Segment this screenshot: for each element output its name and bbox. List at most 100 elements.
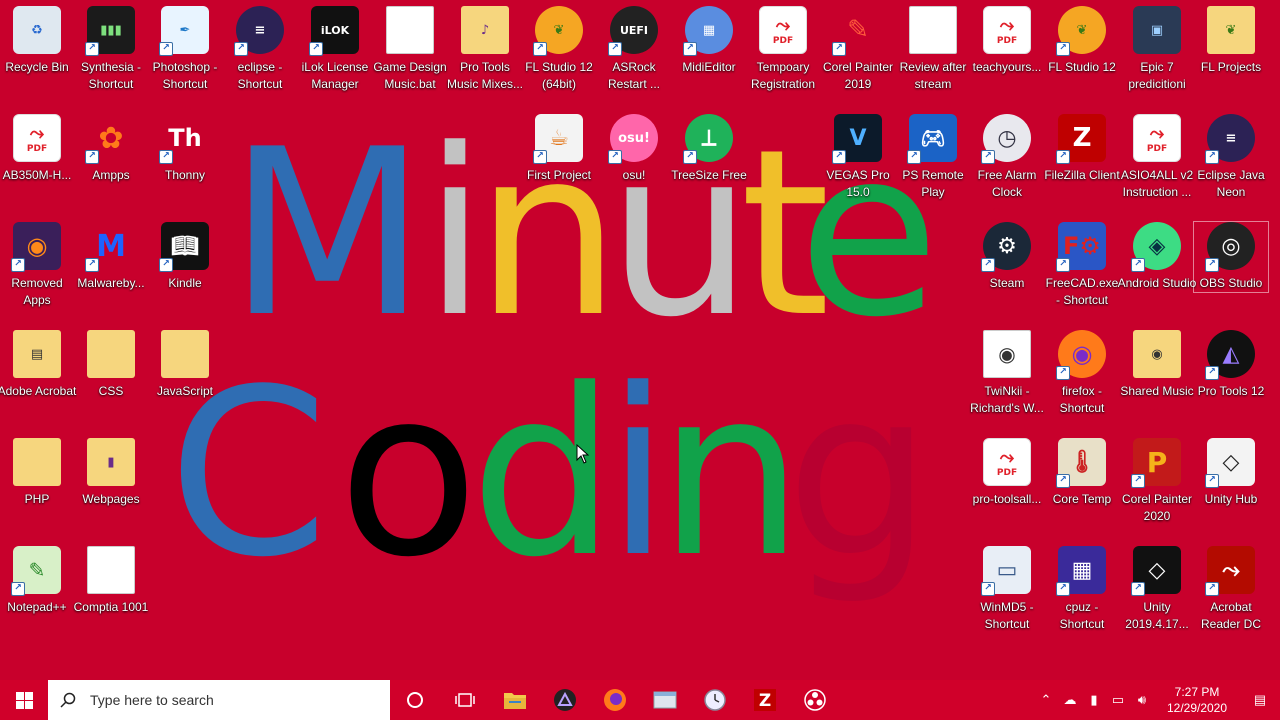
- comptia-1001-file[interactable]: Comptia 1001: [74, 546, 148, 616]
- eclipse-shortcut[interactable]: ≡ ↗ eclipse - Shortcut: [223, 6, 297, 93]
- app-window-icon: [653, 691, 677, 709]
- display-icon[interactable]: ▭: [1106, 680, 1130, 720]
- osu-shortcut[interactable]: osu! ↗ osu!: [597, 114, 671, 184]
- unity-icon: ◇ ↗: [1131, 546, 1181, 596]
- corel-painter-2019-shortcut[interactable]: ✎ ↗ Corel Painter 2019: [821, 6, 895, 93]
- filezilla-shortcut[interactable]: Z ↗ FileZilla Client: [1044, 114, 1120, 184]
- css-folder[interactable]: CSS: [74, 330, 148, 400]
- taskbar-pro-tools[interactable]: [540, 680, 590, 720]
- asrock-restart-shortcut[interactable]: UEFI ↗ ASRock Restart ...: [597, 6, 671, 93]
- icon-label: ASIO4ALL v2 Instruction ...: [1120, 168, 1194, 199]
- free-alarm-clock-shortcut[interactable]: ◷ ↗ Free Alarm Clock: [970, 114, 1044, 201]
- vegas-pro-shortcut[interactable]: V ↗ VEGAS Pro 15.0: [821, 114, 895, 201]
- icon-label: Tempoary Registration: [750, 60, 816, 91]
- taskbar-file-explorer[interactable]: [490, 680, 540, 720]
- fl-studio-12-shortcut[interactable]: ❦ ↗ FL Studio 12: [1045, 6, 1119, 76]
- icon-label: Game Design Music.bat: [373, 60, 447, 91]
- pdf-icon: ⤳ PDF: [1133, 114, 1181, 162]
- icon-label: VEGAS Pro 15.0: [826, 168, 890, 199]
- notifications-icon[interactable]: ▤: [1240, 680, 1280, 720]
- uefi-icon: UEFI ↗: [608, 6, 658, 56]
- firefox-shortcut[interactable]: ◉ ↗ firefox - Shortcut: [1045, 330, 1119, 417]
- network-status-icon[interactable]: ☁: [1058, 680, 1082, 720]
- obs-studio-shortcut[interactable]: ◎ ↗ OBS Studio: [1193, 221, 1269, 293]
- unity-hub-shortcut[interactable]: ◇ ↗ Unity Hub: [1194, 438, 1268, 508]
- unity-2019-shortcut[interactable]: ◇ ↗ Unity 2019.4.17...: [1120, 546, 1194, 633]
- pdf-icon: ⤳ PDF: [759, 6, 807, 54]
- pro-tools-music-mixes-folder[interactable]: ♪ Pro Tools Music Mixes...: [447, 6, 523, 93]
- icon-label: OBS Studio: [1199, 276, 1263, 290]
- php-folder[interactable]: PHP: [0, 438, 74, 508]
- treesize-icon: ⟂ ↗: [683, 114, 733, 164]
- taskbar-obs[interactable]: [790, 680, 840, 720]
- winmd5-shortcut[interactable]: ▭ ↗ WinMD5 - Shortcut: [970, 546, 1044, 633]
- kindle-shortcut[interactable]: 📖︎ ↗ Kindle: [148, 222, 222, 292]
- synthesia-shortcut[interactable]: ▮▮▮ ↗ Synthesia - Shortcut: [74, 6, 148, 93]
- treesize-shortcut[interactable]: ⟂ ↗ TreeSize Free: [671, 114, 747, 184]
- fl-projects-folder[interactable]: ❦ FL Projects: [1194, 6, 1268, 76]
- adobe-acrobat-folder[interactable]: ▤ Adobe Acrobat: [0, 330, 77, 400]
- osu-icon: osu! ↗: [608, 114, 658, 164]
- chevron-up-icon[interactable]: ⌃: [1034, 680, 1058, 720]
- ampps-shortcut[interactable]: ✿ ↗ Ampps: [74, 114, 148, 184]
- folder-icon: ▤: [13, 330, 61, 378]
- midieditor-shortcut[interactable]: ▦ ↗ MidiEditor: [672, 6, 746, 76]
- recycle-bin-icon: ♻: [13, 6, 61, 54]
- malwarebytes-icon: M ↗: [85, 222, 135, 272]
- icon-label: Adobe Acrobat: [0, 384, 77, 398]
- icon-label: Photoshop - Shortcut: [152, 60, 218, 91]
- freecad-shortcut[interactable]: F⚙ ↗ FreeCAD.exe - Shortcut: [1045, 222, 1119, 309]
- ilok-shortcut[interactable]: iLOK ↗ iLok License Manager: [298, 6, 372, 93]
- taskbar-filezilla[interactable]: Z: [740, 680, 790, 720]
- acrobat-reader-shortcut[interactable]: ⤳ ↗ Acrobat Reader DC: [1194, 546, 1268, 633]
- steam-shortcut[interactable]: ⚙ ↗ Steam: [970, 222, 1044, 292]
- webpages-folder[interactable]: ▮ Webpages: [74, 438, 148, 508]
- icon-label: WinMD5 - Shortcut: [980, 600, 1034, 631]
- icon-label: Malwareby...: [77, 276, 145, 290]
- malwarebytes-shortcut[interactable]: M ↗ Malwareby...: [74, 222, 148, 292]
- taskbar-search-box[interactable]: Type here to search: [48, 680, 390, 720]
- android-studio-shortcut[interactable]: ◈ ↗ Android Studio: [1118, 222, 1196, 292]
- core-temp-shortcut[interactable]: 🌡︎ ↗ Core Temp: [1045, 438, 1119, 508]
- pro-tools-12-shortcut[interactable]: ◭ ↗ Pro Tools 12: [1194, 330, 1268, 400]
- icon-label: firefox - Shortcut: [1059, 384, 1105, 415]
- task-view-button[interactable]: [440, 680, 490, 720]
- volume-icon[interactable]: 🔊︎: [1130, 680, 1154, 720]
- ab350m-file[interactable]: ⤳ PDF AB350M-H...: [0, 114, 74, 184]
- corel-painter-2020-shortcut[interactable]: P ↗ Corel Painter 2020: [1120, 438, 1194, 525]
- shared-music-folder[interactable]: ◉ Shared Music: [1120, 330, 1194, 400]
- taskbar-firefox[interactable]: [590, 680, 640, 720]
- epic-7-predicitioni-file[interactable]: ▣ Epic 7 predicitioni: [1120, 6, 1194, 93]
- teachyours-file[interactable]: ⤳ PDF teachyours...: [970, 6, 1044, 76]
- icon-label: eclipse - Shortcut: [237, 60, 283, 91]
- first-project-shortcut[interactable]: ☕ ↗ First Project: [522, 114, 596, 184]
- start-button[interactable]: [0, 680, 48, 720]
- game-design-music-file[interactable]: Game Design Music.bat: [373, 6, 447, 93]
- notepad-plus-shortcut[interactable]: ✎ ↗ Notepad++: [0, 546, 74, 616]
- photoshop-icon: ✒ ↗: [159, 6, 209, 56]
- taskbar-clock[interactable]: 7:27 PM 12/29/2020: [1162, 684, 1232, 716]
- taskbar-app-window[interactable]: [640, 680, 690, 720]
- synthesia-icon: ▮▮▮ ↗: [85, 6, 135, 56]
- asio4all-file[interactable]: ⤳ PDF ASIO4ALL v2 Instruction ...: [1120, 114, 1194, 201]
- tempoary-registration-file[interactable]: ⤳ PDF Tempoary Registration: [746, 6, 820, 93]
- thonny-shortcut[interactable]: Th ↗ Thonny: [148, 114, 222, 184]
- icon-label: FL Projects: [1200, 60, 1262, 74]
- review-after-stream-file[interactable]: Review after stream: [896, 6, 970, 93]
- recycle-bin-shortcut[interactable]: ♻ Recycle Bin: [0, 6, 74, 76]
- icon-label: FileZilla Client: [1044, 168, 1120, 182]
- removed-apps-file[interactable]: ◉ ↗ Removed Apps: [0, 222, 74, 309]
- fl-studio-64-shortcut[interactable]: ❦ ↗ FL Studio 12 (64bit): [522, 6, 596, 93]
- taskbar-clock-app[interactable]: [690, 680, 740, 720]
- cortana-button[interactable]: [390, 680, 440, 720]
- javascript-folder[interactable]: JavaScript: [148, 330, 222, 400]
- kindle-icon: 📖︎ ↗: [159, 222, 209, 272]
- corel-painter-icon: ✎ ↗: [832, 6, 882, 56]
- usb-icon[interactable]: ▮: [1082, 680, 1106, 720]
- twinkii-file[interactable]: ◉ TwiNkii - Richard's W...: [970, 330, 1044, 417]
- photoshop-shortcut[interactable]: ✒ ↗ Photoshop - Shortcut: [148, 6, 222, 93]
- cpuz-shortcut[interactable]: ▦ ↗ cpuz - Shortcut: [1045, 546, 1119, 633]
- ps-remote-play-shortcut[interactable]: 🎮︎ ↗ PS Remote Play: [896, 114, 970, 201]
- pro-toolsall-file[interactable]: ⤳ PDF pro-toolsall...: [970, 438, 1044, 508]
- eclipse-java-neon-shortcut[interactable]: ≡ ↗ Eclipse Java Neon: [1194, 114, 1268, 201]
